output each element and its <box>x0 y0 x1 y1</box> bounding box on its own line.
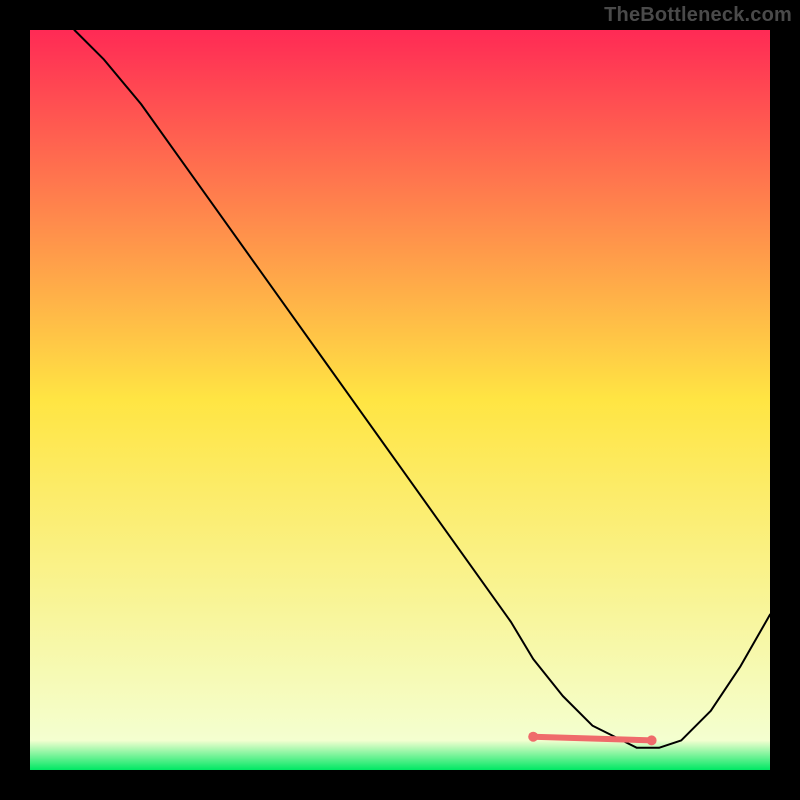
optimal-range-dot <box>528 732 538 742</box>
optimal-range-marker <box>533 737 651 741</box>
chart-container: TheBottleneck.com <box>0 0 800 800</box>
gradient-background <box>30 30 770 770</box>
attribution-text: TheBottleneck.com <box>604 4 792 27</box>
plot-area <box>30 30 770 770</box>
optimal-range-dot <box>647 735 657 745</box>
plot-svg <box>30 30 770 770</box>
